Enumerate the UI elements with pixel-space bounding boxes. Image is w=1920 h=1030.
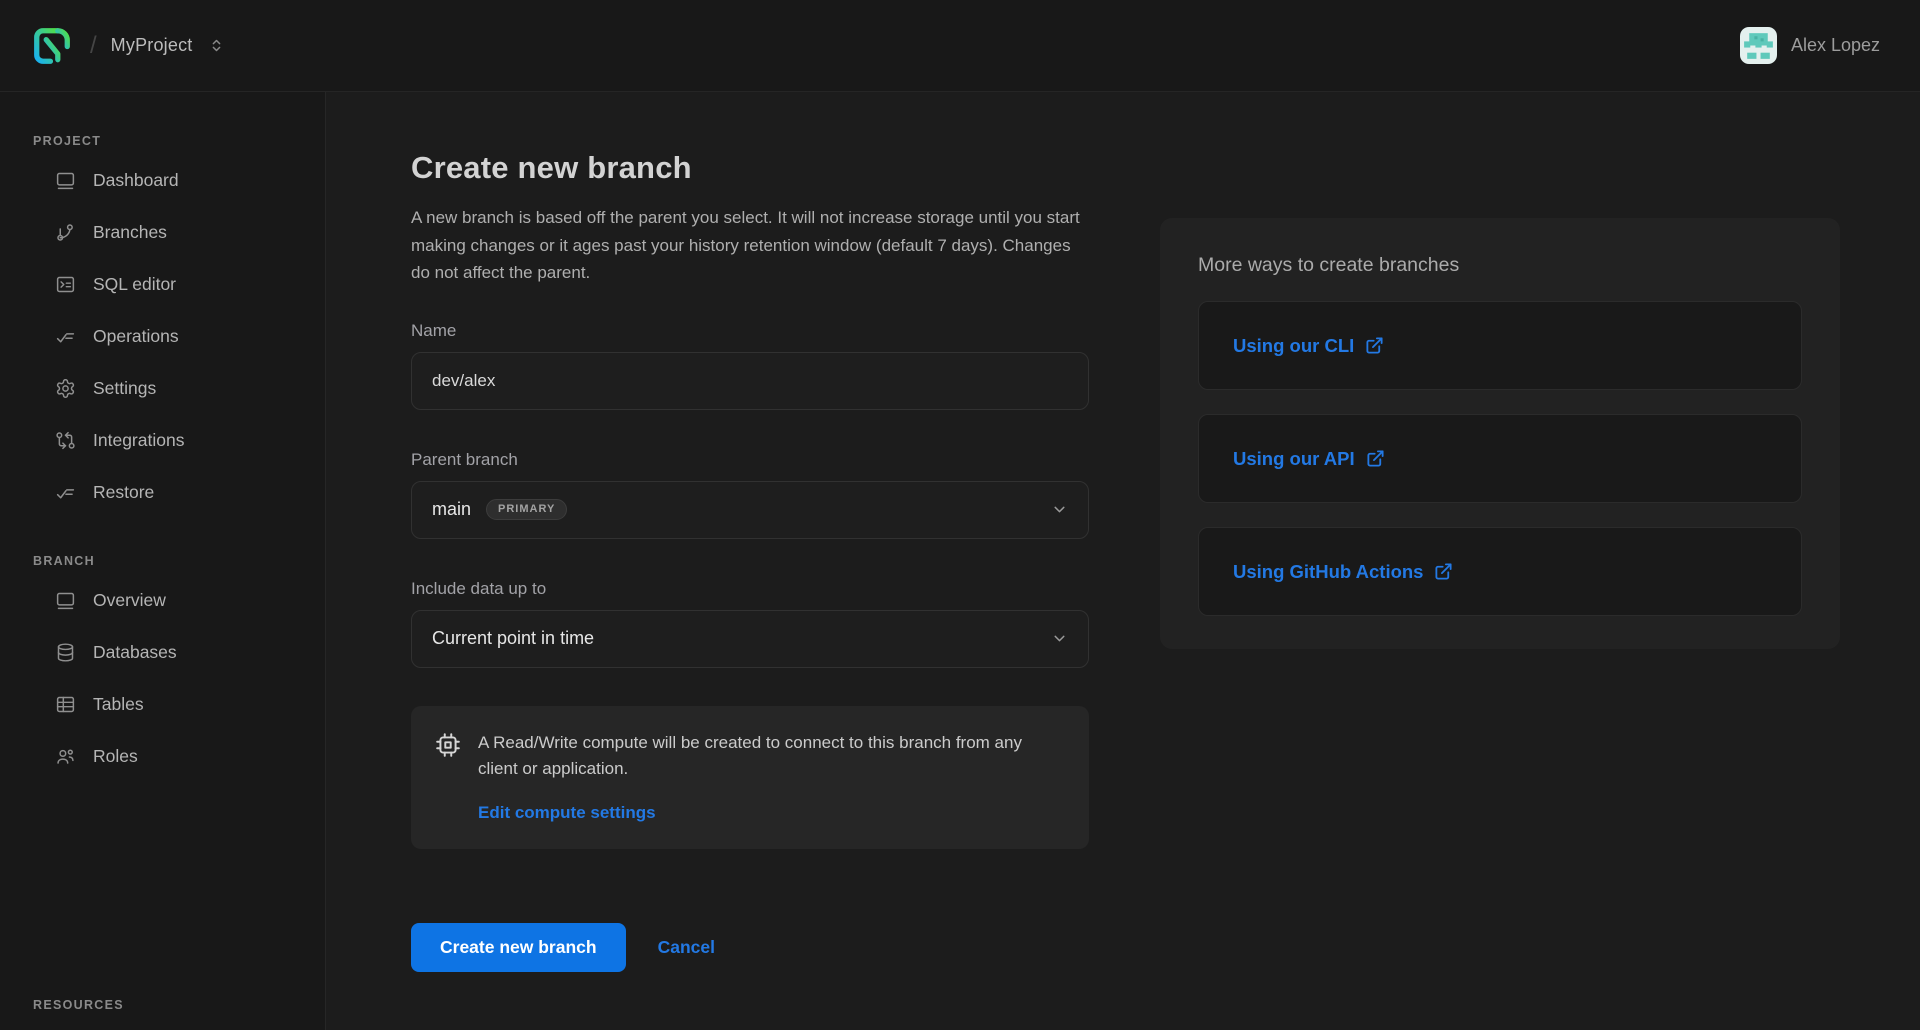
more-ways-panel: More ways to create branches Using our C… xyxy=(1160,218,1840,649)
github-actions-card[interactable]: Using GitHub Actions xyxy=(1198,527,1802,616)
sidebar: PROJECT Dashboard Branches SQL editor Op… xyxy=(0,92,326,1030)
using-cli-label: Using our CLI xyxy=(1233,335,1354,357)
sidebar-item-settings[interactable]: Settings xyxy=(33,362,325,414)
include-data-label: Include data up to xyxy=(411,579,1089,599)
more-ways-title: More ways to create branches xyxy=(1198,254,1802,277)
tables-icon xyxy=(55,694,76,715)
sidebar-spacer xyxy=(33,782,325,998)
sidebar-item-roles[interactable]: Roles xyxy=(33,730,325,782)
dashboard-icon xyxy=(55,170,76,191)
name-label: Name xyxy=(411,321,1089,341)
sidebar-item-label: Dashboard xyxy=(93,170,179,191)
edit-compute-settings-link[interactable]: Edit compute settings xyxy=(478,803,1063,823)
settings-icon xyxy=(55,378,76,399)
sidebar-item-dashboard[interactable]: Dashboard xyxy=(33,154,325,206)
sidebar-item-label: Restore xyxy=(93,482,154,503)
project-switcher[interactable]: MyProject xyxy=(111,35,224,56)
sidebar-item-label: Operations xyxy=(93,326,179,347)
sidebar-item-label: SQL editor xyxy=(93,274,176,295)
branch-name-input[interactable] xyxy=(411,352,1089,410)
sidebar-item-sql-editor[interactable]: SQL editor xyxy=(33,258,325,310)
sidebar-item-overview[interactable]: Overview xyxy=(33,574,325,626)
restore-icon xyxy=(55,482,76,503)
cancel-link[interactable]: Cancel xyxy=(658,937,715,958)
include-data-select[interactable]: Current point in time xyxy=(411,610,1089,668)
using-github-actions-link[interactable]: Using GitHub Actions xyxy=(1233,561,1453,583)
using-cli-link[interactable]: Using our CLI xyxy=(1233,335,1384,357)
sidebar-item-label: Overview xyxy=(93,590,166,611)
user-name: Alex Lopez xyxy=(1791,35,1880,56)
external-link-icon xyxy=(1434,562,1453,581)
cpu-chip-icon xyxy=(435,732,461,758)
compute-note-text: A Read/Write compute will be created to … xyxy=(478,730,1063,784)
parent-branch-value: main xyxy=(432,499,471,520)
sidebar-item-operations[interactable]: Operations xyxy=(33,310,325,362)
cli-card[interactable]: Using our CLI xyxy=(1198,301,1802,390)
sidebar-item-branches[interactable]: Branches xyxy=(33,206,325,258)
sidebar-item-label: Tables xyxy=(93,694,144,715)
sidebar-item-label: Integrations xyxy=(93,430,184,451)
sidebar-item-restore[interactable]: Restore xyxy=(33,466,325,518)
sidebar-item-label: Roles xyxy=(93,746,138,767)
branches-icon xyxy=(55,222,76,243)
parent-branch-select[interactable]: main PRIMARY xyxy=(411,481,1089,539)
neon-logo-icon[interactable] xyxy=(32,26,72,66)
project-name: MyProject xyxy=(111,35,193,56)
using-api-label: Using our API xyxy=(1233,448,1355,470)
chevron-down-icon xyxy=(1051,501,1068,518)
sidebar-section-branch: BRANCH xyxy=(33,554,325,568)
page-description: A new branch is based off the parent you… xyxy=(411,204,1081,287)
include-data-value: Current point in time xyxy=(432,628,594,649)
operations-icon xyxy=(55,326,76,347)
using-api-link[interactable]: Using our API xyxy=(1233,448,1385,470)
sidebar-section-project: PROJECT xyxy=(33,134,325,148)
form-actions: Create new branch Cancel xyxy=(411,923,1089,972)
sidebar-item-databases[interactable]: Databases xyxy=(33,626,325,678)
sidebar-item-integrations[interactable]: Integrations xyxy=(33,414,325,466)
sidebar-item-tables[interactable]: Tables xyxy=(33,678,325,730)
external-link-icon xyxy=(1366,449,1385,468)
using-github-actions-label: Using GitHub Actions xyxy=(1233,561,1423,583)
primary-badge: PRIMARY xyxy=(486,499,567,520)
create-branch-button[interactable]: Create new branch xyxy=(411,923,626,972)
sidebar-item-label: Databases xyxy=(93,642,177,663)
chevron-down-icon xyxy=(1051,630,1068,647)
main-content: Create new branch A new branch is based … xyxy=(326,92,1920,1030)
integrations-icon xyxy=(55,430,76,451)
create-branch-form: Create new branch A new branch is based … xyxy=(411,150,1089,972)
roles-icon xyxy=(55,746,76,767)
databases-icon xyxy=(55,642,76,663)
sidebar-item-label: Settings xyxy=(93,378,156,399)
breadcrumb-separator: / xyxy=(90,32,97,60)
sql-editor-icon xyxy=(55,274,76,295)
top-bar: / MyProject Alex Lopez xyxy=(0,0,1920,92)
api-card[interactable]: Using our API xyxy=(1198,414,1802,503)
sidebar-section-resources: RESOURCES xyxy=(33,998,325,1014)
page-title: Create new branch xyxy=(411,150,1089,186)
compute-note: A Read/Write compute will be created to … xyxy=(411,706,1089,850)
external-link-icon xyxy=(1365,336,1384,355)
overview-icon xyxy=(55,590,76,611)
parent-branch-label: Parent branch xyxy=(411,450,1089,470)
unfold-chevrons-icon xyxy=(209,38,224,53)
avatar xyxy=(1740,27,1777,64)
user-menu[interactable]: Alex Lopez xyxy=(1740,27,1880,64)
sidebar-item-label: Branches xyxy=(93,222,167,243)
